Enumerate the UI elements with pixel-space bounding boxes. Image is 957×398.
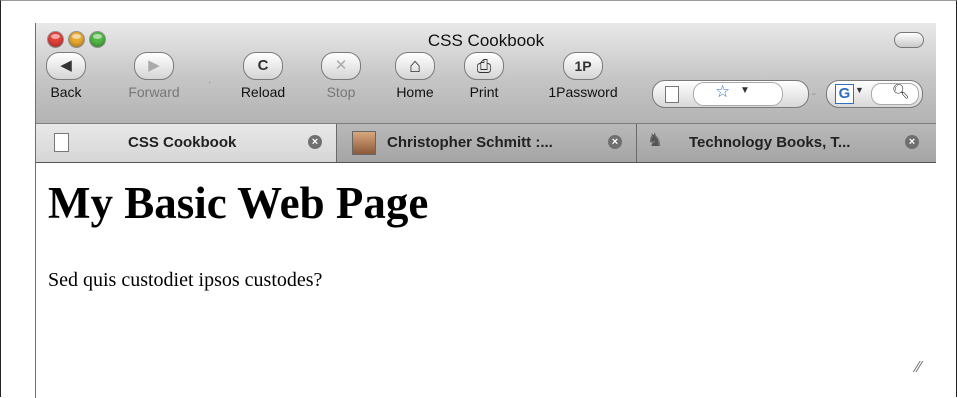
- tab-title: CSS Cookbook: [128, 134, 237, 151]
- oreilly-favicon-icon: ♞: [647, 130, 664, 150]
- search-icon[interactable]: 🔍︎: [892, 83, 910, 100]
- google-icon[interactable]: G: [835, 84, 854, 104]
- close-tab-icon[interactable]: ×: [308, 135, 322, 149]
- back-arrow-icon: ◀: [46, 52, 86, 80]
- home-icon: ⌂: [395, 52, 435, 80]
- screenshot-frame: CSS Cookbook ◀ Back ▶ Forward · C Reload…: [0, 0, 957, 398]
- stop-label: Stop: [326, 84, 356, 100]
- resize-grip-icon[interactable]: ⁄⁄: [916, 359, 921, 377]
- page-content: My Basic Web Page Sed quis custodiet ips…: [36, 163, 936, 398]
- forward-label: Forward: [128, 84, 180, 100]
- reload-icon: C: [243, 52, 283, 80]
- reload-button[interactable]: C Reload: [233, 52, 293, 100]
- printer-icon: ⎙: [464, 52, 504, 80]
- stop-button[interactable]: ✕ Stop: [311, 52, 371, 100]
- browser-window: CSS Cookbook ◀ Back ▶ Forward · C Reload…: [35, 23, 936, 398]
- page-icon: [665, 86, 679, 103]
- page-icon: [54, 133, 69, 152]
- close-tab-icon[interactable]: ×: [608, 135, 622, 149]
- back-label: Back: [50, 84, 82, 100]
- reload-label: Reload: [240, 84, 286, 100]
- toolbar-dash: -: [812, 86, 816, 100]
- search-engine-dropdown-icon[interactable]: ▼: [855, 85, 864, 95]
- search-bar[interactable]: G ▼ 🔍︎: [826, 80, 923, 108]
- home-label: Home: [396, 84, 434, 100]
- title-bar: CSS Cookbook ◀ Back ▶ Forward · C Reload…: [36, 23, 936, 124]
- url-input[interactable]: [693, 82, 783, 106]
- toolbar-separator: ·: [208, 77, 212, 88]
- chevron-down-icon[interactable]: ▼: [740, 85, 750, 96]
- tab-technology-books[interactable]: ♞ Technology Books, T... ×: [637, 124, 936, 162]
- toolbar-toggle-button[interactable]: [894, 32, 924, 48]
- page-paragraph: Sed quis custodiet ipsos custodes?: [48, 269, 323, 291]
- print-button[interactable]: ⎙ Print: [454, 52, 514, 100]
- tab-title: Christopher Schmitt :...: [387, 134, 553, 151]
- page-heading: My Basic Web Page: [48, 178, 429, 228]
- address-bar[interactable]: ☆ ▼: [652, 80, 809, 108]
- tab-title: Technology Books, T...: [689, 134, 851, 151]
- onepassword-icon: 1P: [563, 52, 603, 80]
- close-tab-icon[interactable]: ×: [905, 135, 919, 149]
- onepassword-label: 1Password: [548, 84, 618, 100]
- back-button[interactable]: ◀ Back: [36, 52, 96, 100]
- print-label: Print: [469, 84, 499, 100]
- forward-button[interactable]: ▶ Forward: [124, 52, 184, 100]
- forward-arrow-icon: ▶: [134, 52, 174, 80]
- window-title: CSS Cookbook: [427, 31, 545, 50]
- tab-christopher-schmitt[interactable]: Christopher Schmitt :... ×: [337, 124, 637, 162]
- stop-icon: ✕: [321, 52, 361, 80]
- tab-bar: CSS Cookbook × Christopher Schmitt :... …: [36, 124, 936, 163]
- bookmark-star-icon[interactable]: ☆: [715, 82, 730, 102]
- onepassword-button[interactable]: 1P 1Password: [536, 52, 630, 100]
- home-button[interactable]: ⌂ Home: [385, 52, 445, 100]
- photo-favicon-icon: [352, 131, 376, 155]
- tab-css-cookbook[interactable]: CSS Cookbook ×: [36, 124, 337, 162]
